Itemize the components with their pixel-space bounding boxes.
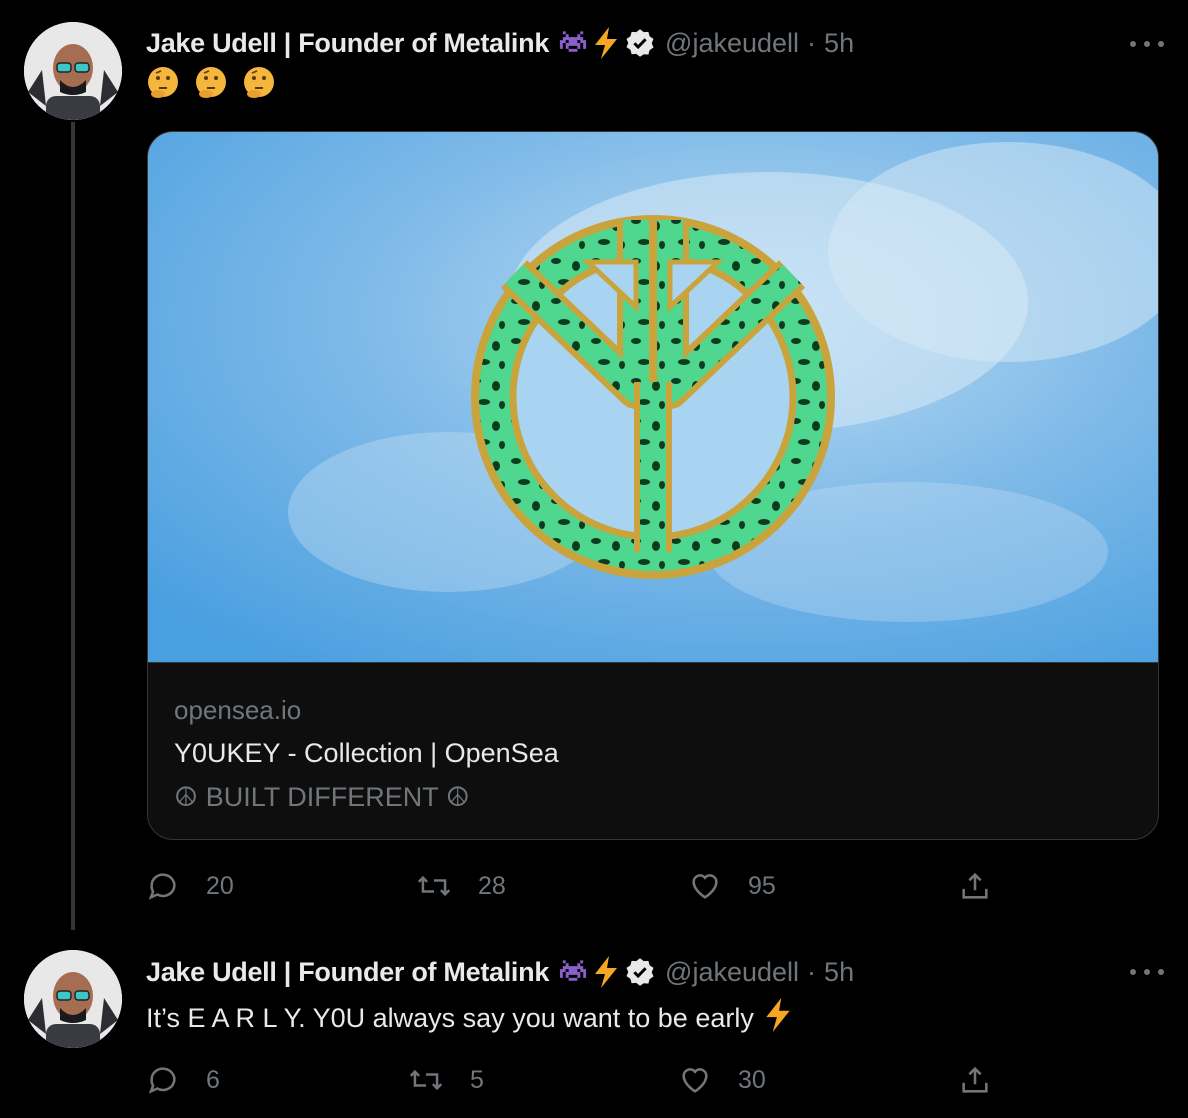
tweet-text: It’s E A R L Y. Y0U always say you want … <box>146 998 792 1039</box>
thread-line <box>71 122 75 942</box>
timestamp[interactable]: 5h <box>824 28 854 59</box>
thinking-face-emoji <box>196 67 226 98</box>
share-icon <box>962 872 988 899</box>
reply-button[interactable]: 20 <box>146 866 234 906</box>
tweet-actions: 20 28 95 <box>146 866 1006 906</box>
retweet-icon <box>417 875 451 897</box>
card-title: Y0UKEY - Collection | OpenSea <box>174 738 559 768</box>
tweet-1[interactable]: Jake Udell | Founder of Metalink @jakeud… <box>0 0 1188 942</box>
author-handle[interactable]: @jakeudell <box>665 957 799 988</box>
like-count: 30 <box>738 1065 766 1094</box>
author-handle[interactable]: @jakeudell <box>665 28 799 59</box>
card-image[interactable] <box>148 132 1158 663</box>
share-icon <box>962 1066 988 1093</box>
avatar-image <box>24 950 122 1048</box>
avatar[interactable] <box>24 950 122 1048</box>
space-invader-icon <box>557 29 589 57</box>
retweet-button[interactable]: 28 <box>416 866 506 906</box>
tweet-header: Jake Udell | Founder of Metalink @jakeud… <box>146 23 854 63</box>
like-icon <box>682 1068 708 1093</box>
retweet-button[interactable]: 5 <box>408 1060 484 1100</box>
tweet-2[interactable]: Jake Udell | Founder of Metalink @jakeud… <box>0 930 1188 1118</box>
thinking-face-emoji <box>148 67 178 98</box>
reply-button[interactable]: 6 <box>146 1060 220 1100</box>
share-button[interactable] <box>958 866 992 906</box>
lightning-icon <box>593 956 619 988</box>
timestamp[interactable]: 5h <box>824 957 854 988</box>
author-name[interactable]: Jake Udell | Founder of Metalink <box>146 28 549 59</box>
card-description: ☮ BUILT DIFFERENT ☮ <box>174 782 470 812</box>
retweet-count: 5 <box>470 1065 484 1094</box>
tweet-text-content: It’s E A R L Y. Y0U always say you want … <box>146 1003 754 1033</box>
retweet-count: 28 <box>478 871 506 900</box>
like-button[interactable]: 95 <box>688 866 776 906</box>
thinking-face-emoji <box>244 67 274 98</box>
space-invader-icon <box>557 958 589 986</box>
like-icon <box>692 874 718 899</box>
avatar[interactable] <box>24 22 122 120</box>
verified-badge-icon <box>625 957 655 987</box>
reply-icon <box>148 1067 176 1094</box>
reply-count: 6 <box>206 1065 220 1094</box>
reply-count: 20 <box>206 871 234 900</box>
like-button[interactable]: 30 <box>678 1060 766 1100</box>
tweet-actions: 6 5 30 <box>146 1060 1006 1100</box>
tweet-header: Jake Udell | Founder of Metalink @jakeud… <box>146 952 854 992</box>
verified-badge-icon <box>625 28 655 58</box>
share-button[interactable] <box>958 1060 992 1100</box>
more-icon[interactable] <box>1130 962 1164 982</box>
youkey-logo <box>471 215 835 579</box>
separator-dot: · <box>807 956 817 987</box>
lightning-icon <box>593 27 619 59</box>
reply-icon <box>148 873 176 900</box>
author-name[interactable]: Jake Udell | Founder of Metalink <box>146 957 549 988</box>
link-card[interactable]: opensea.io Y0UKEY - Collection | OpenSea… <box>147 131 1159 840</box>
like-count: 95 <box>748 871 776 900</box>
lightning-emoji <box>764 998 792 1039</box>
separator-dot: · <box>807 27 817 58</box>
card-domain: opensea.io <box>174 695 302 725</box>
avatar-image <box>24 22 122 120</box>
more-icon[interactable] <box>1130 34 1164 54</box>
retweet-icon <box>409 1069 443 1091</box>
tweet-text <box>146 66 276 100</box>
